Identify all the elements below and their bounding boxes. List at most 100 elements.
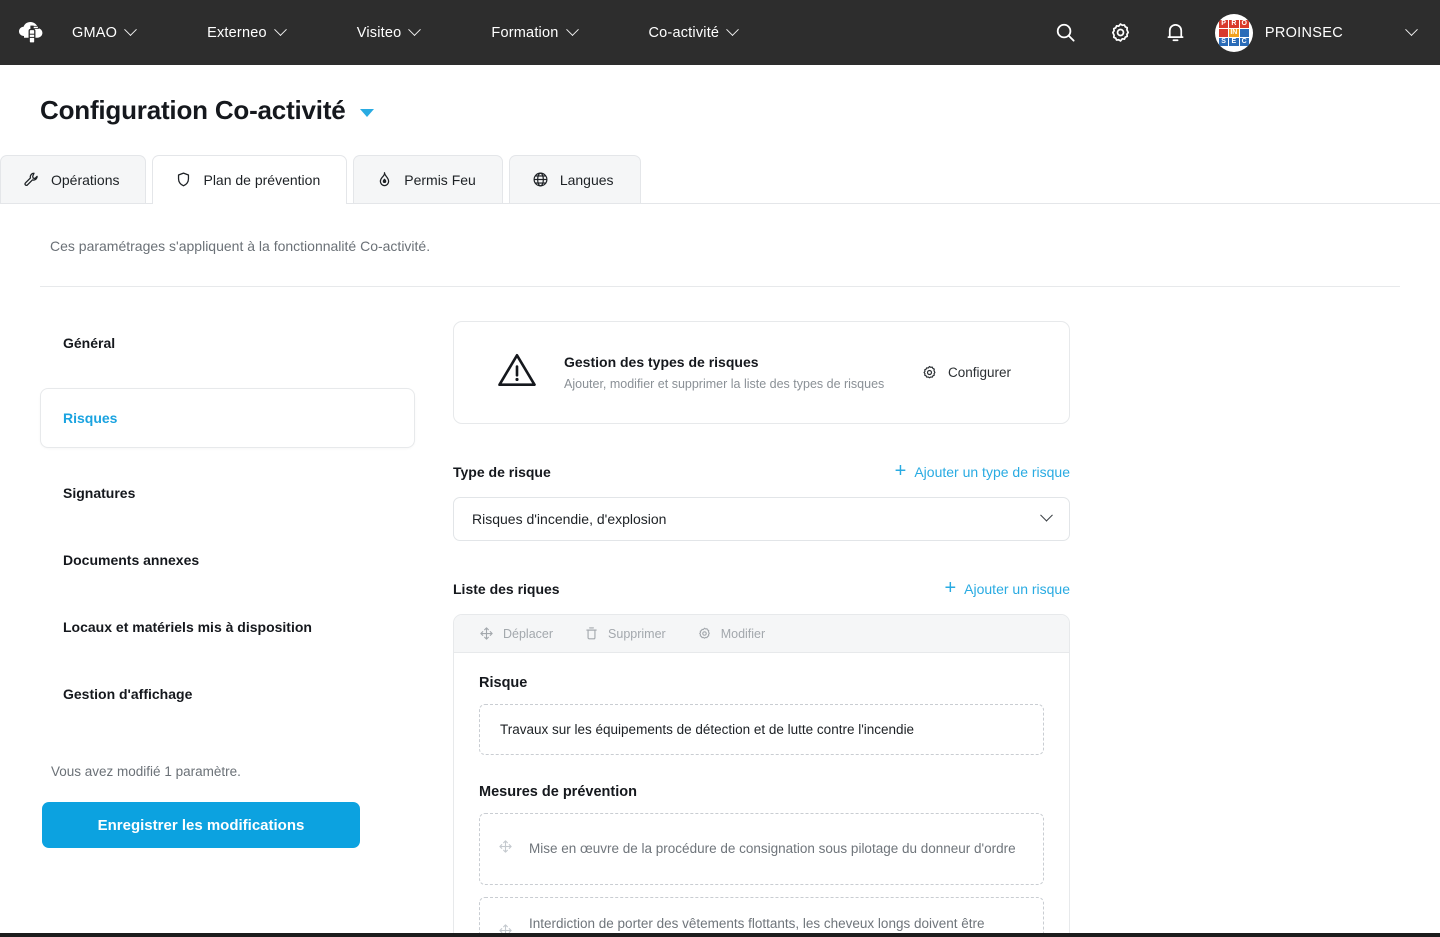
sidebar-item-label: Risques bbox=[63, 410, 118, 426]
risk-list-body: Risque Travaux sur les équipements de dé… bbox=[454, 653, 1069, 937]
add-risk-type-button[interactable]: + Ajouter un type de risque bbox=[894, 460, 1070, 482]
bell-icon bbox=[1167, 23, 1184, 42]
gear-icon bbox=[698, 627, 710, 639]
tab-permis-feu[interactable]: Permis Feu bbox=[353, 155, 503, 203]
page-content: Ces paramétrages s'appliquent à la fonct… bbox=[0, 204, 1440, 937]
flame-icon bbox=[380, 172, 390, 187]
modified-count-note: Vous avez modifié 1 paramètre. bbox=[51, 764, 241, 779]
nav-item-label: Visiteo bbox=[356, 24, 402, 41]
risk-list-toolbar: Déplacer Supprimer Modifier bbox=[454, 615, 1069, 653]
plus-icon: + bbox=[944, 577, 957, 599]
tab-operations[interactable]: Opérations bbox=[0, 155, 147, 203]
nav-item-co-activite[interactable]: Co-activité bbox=[641, 23, 746, 41]
mesures-field-label: Mesures de prévention bbox=[479, 784, 637, 800]
page-title: Configuration Co-activité bbox=[40, 95, 346, 125]
user-menu[interactable]: P R O IN S E C PROINSEC bbox=[1203, 13, 1422, 52]
move-icon bbox=[480, 627, 493, 640]
measure-item[interactable]: Interdiction de porter des vêtements flo… bbox=[479, 897, 1044, 937]
logo-cell: E bbox=[1229, 37, 1239, 46]
search-button[interactable] bbox=[1038, 0, 1093, 65]
move-button[interactable]: Déplacer bbox=[479, 626, 553, 641]
risk-types-card-text: Gestion des types de risques Ajouter, mo… bbox=[564, 354, 899, 391]
save-changes-button[interactable]: Enregistrer les modifications bbox=[42, 802, 360, 848]
chevron-down-icon bbox=[1405, 23, 1418, 37]
warning-triangle-icon bbox=[496, 349, 538, 396]
gear-icon bbox=[1111, 23, 1129, 42]
edit-button[interactable]: Modifier bbox=[697, 626, 765, 641]
trash-icon bbox=[586, 627, 597, 640]
intro-text: Ces paramétrages s'appliquent à la fonct… bbox=[50, 238, 431, 254]
nav-item-gmao[interactable]: GMAO bbox=[64, 23, 143, 41]
avatar: P R O IN S E C bbox=[1214, 13, 1253, 52]
move-label: Déplacer bbox=[503, 626, 554, 641]
risk-types-card: Gestion des types de risques Ajouter, mo… bbox=[453, 321, 1070, 424]
risk-type-header: Type de risque + Ajouter un type de risq… bbox=[453, 460, 1070, 482]
risk-list-header: Liste des riques + Ajouter un risque bbox=[453, 577, 1070, 599]
add-risk-type-label: Ajouter un type de risque bbox=[914, 464, 1070, 480]
bottom-strip bbox=[0, 933, 1440, 937]
risk-list-panel: Déplacer Supprimer Modifier Risque Trava… bbox=[453, 614, 1070, 937]
card-title: Gestion des types de risques bbox=[564, 354, 759, 370]
risque-value-box[interactable]: Travaux sur les équipements de détection… bbox=[479, 704, 1044, 755]
body-grid: Général Risques Signatures Documents ann… bbox=[40, 287, 1400, 937]
logo-cell: O bbox=[1239, 19, 1249, 28]
logo-cell: C bbox=[1239, 37, 1249, 46]
tab-plan-de-prevention[interactable]: Plan de prévention bbox=[152, 155, 348, 204]
caret-down-icon[interactable] bbox=[359, 108, 374, 117]
nav-item-label: Externeo bbox=[207, 24, 267, 41]
sidebar-item-label: Documents annexes bbox=[63, 552, 200, 568]
settings-sidebar: Général Risques Signatures Documents ann… bbox=[40, 321, 415, 937]
tab-langues[interactable]: Langues bbox=[508, 155, 641, 203]
settings-button[interactable] bbox=[1093, 0, 1148, 65]
configure-label: Configurer bbox=[947, 365, 1011, 380]
delete-label: Supprimer bbox=[608, 626, 666, 641]
plus-icon: + bbox=[894, 460, 907, 482]
chevron-down-icon bbox=[273, 23, 287, 37]
sidebar-item-gestion-affichage[interactable]: Gestion d'affichage bbox=[40, 672, 415, 716]
settings-main-panel: Gestion des types de risques Ajouter, mo… bbox=[415, 321, 1400, 937]
measure-item[interactable]: Mise en œuvre de la procédure de consign… bbox=[479, 813, 1044, 885]
wrench-icon bbox=[24, 172, 38, 186]
sidebar-item-label: Gestion d'affichage bbox=[63, 686, 193, 702]
gear-icon bbox=[923, 365, 936, 379]
logo-cell: P bbox=[1218, 19, 1229, 28]
chevron-down-icon bbox=[124, 23, 137, 37]
nav-item-externeo[interactable]: Externeo bbox=[199, 23, 293, 41]
delete-button[interactable]: Supprimer bbox=[584, 626, 666, 641]
measure-text: Mise en œuvre de la procédure de consign… bbox=[529, 841, 1016, 857]
page-root: GMAO Externeo Visiteo Formation Co-activ… bbox=[0, 0, 1440, 937]
nav-item-label: Formation bbox=[491, 24, 559, 41]
main-menu: GMAO Externeo Visiteo Formation Co-activ… bbox=[64, 23, 746, 41]
brand-logo[interactable] bbox=[0, 0, 64, 65]
nav-item-label: GMAO bbox=[72, 24, 118, 41]
sidebar-item-locaux-materiels[interactable]: Locaux et matériels mis à disposition bbox=[40, 605, 415, 649]
risque-value: Travaux sur les équipements de détection… bbox=[500, 722, 915, 737]
nav-item-formation[interactable]: Formation bbox=[483, 23, 584, 41]
sidebar-item-label: Signatures bbox=[63, 485, 136, 501]
risk-type-label: Type de risque bbox=[453, 464, 551, 480]
logo-cell bbox=[1218, 28, 1229, 37]
tab-label: Langues bbox=[559, 171, 614, 188]
tab-label: Opérations bbox=[51, 171, 120, 188]
configure-button[interactable]: Configurer bbox=[921, 364, 1011, 381]
add-risk-label: Ajouter un risque bbox=[964, 581, 1070, 597]
chevron-down-icon bbox=[726, 23, 740, 37]
navbar-actions: P R O IN S E C PROINSEC bbox=[1038, 0, 1422, 65]
user-name: PROINSEC bbox=[1264, 24, 1343, 41]
tab-label: Plan de prévention bbox=[203, 171, 321, 188]
notifications-button[interactable] bbox=[1148, 0, 1203, 65]
drag-handle-icon[interactable] bbox=[498, 839, 513, 859]
logo-cell: R bbox=[1229, 19, 1239, 28]
add-risk-button[interactable]: + Ajouter un risque bbox=[944, 577, 1070, 599]
logo-cell: S bbox=[1218, 37, 1229, 46]
sidebar-item-risques[interactable]: Risques bbox=[40, 388, 415, 448]
chevron-down-icon bbox=[408, 23, 422, 37]
risk-type-select[interactable]: Risques d'incendie, d'explosion bbox=[453, 497, 1070, 541]
edit-label: Modifier bbox=[720, 626, 766, 641]
sidebar-item-label: Locaux et matériels mis à disposition bbox=[63, 619, 312, 635]
logo-cell bbox=[1239, 28, 1249, 37]
nav-item-visiteo[interactable]: Visiteo bbox=[349, 23, 428, 41]
sidebar-item-signatures[interactable]: Signatures bbox=[40, 471, 415, 515]
sidebar-item-general[interactable]: Général bbox=[40, 321, 415, 365]
sidebar-item-documents-annexes[interactable]: Documents annexes bbox=[40, 538, 415, 582]
